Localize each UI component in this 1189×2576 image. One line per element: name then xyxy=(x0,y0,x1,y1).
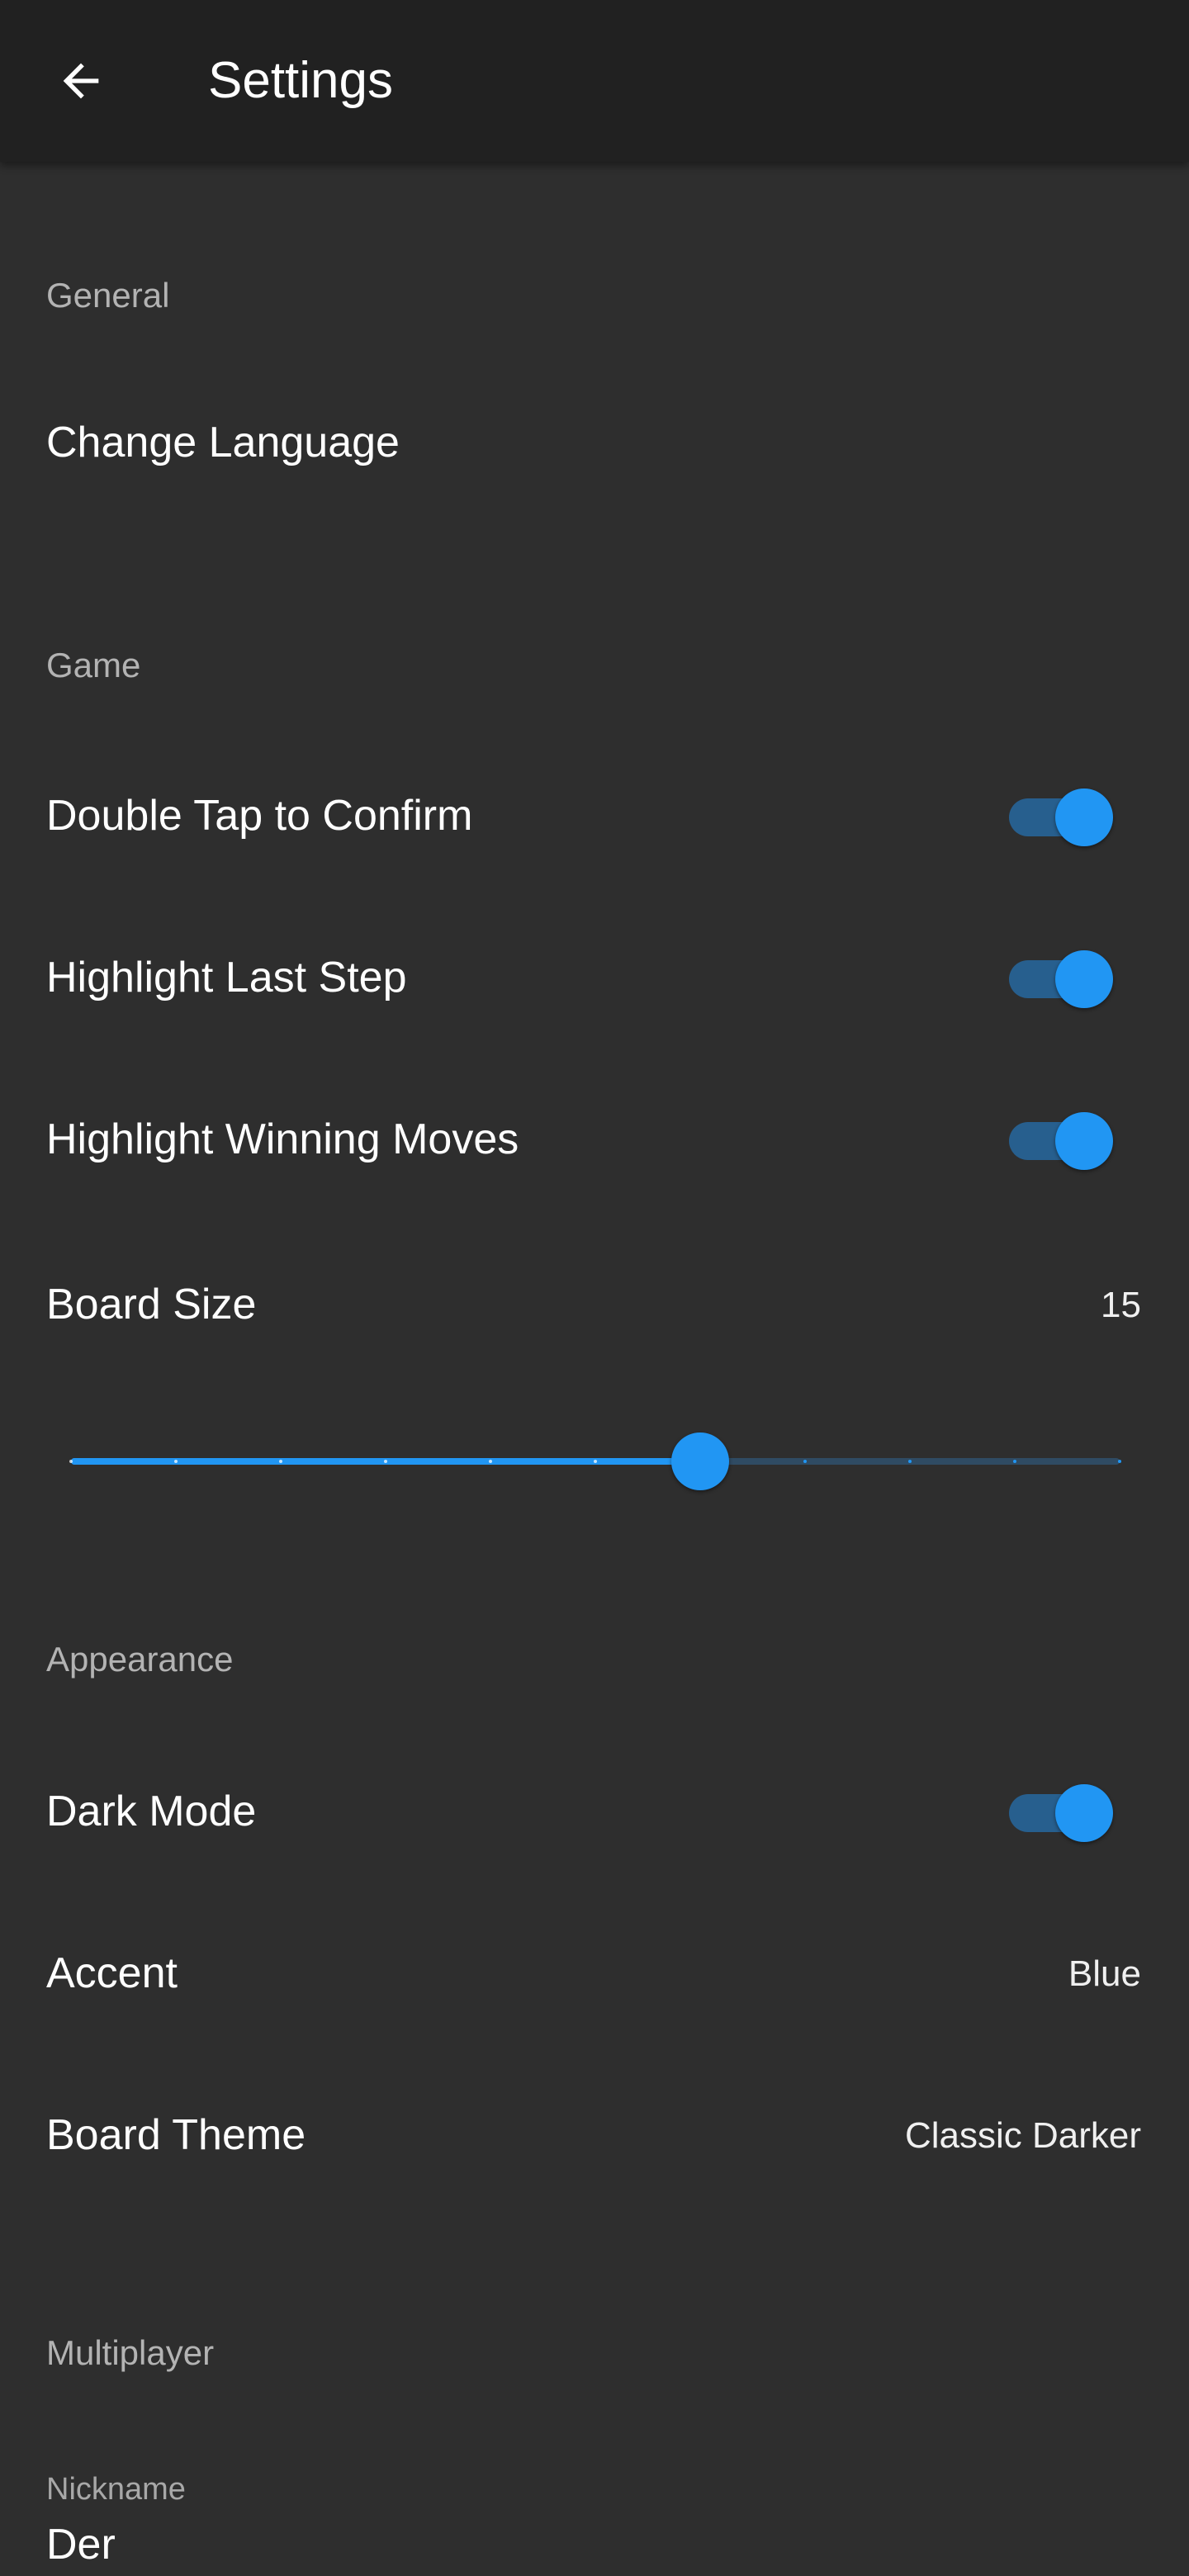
nickname-field[interactable]: Nickname Der xyxy=(0,2449,1189,2576)
accent-label: Accent xyxy=(46,1949,178,1997)
board-size-label: Board Size xyxy=(46,1281,257,1328)
board-size-value: 15 xyxy=(1101,1285,1141,1325)
change-language-item[interactable]: Change Language xyxy=(0,358,1189,520)
dark-mode-label: Dark Mode xyxy=(46,1788,257,1835)
dark-mode-toggle[interactable] xyxy=(1009,1784,1116,1842)
slider-tick xyxy=(384,1460,387,1463)
app-bar: Settings xyxy=(0,0,1189,162)
toggle-thumb xyxy=(1055,1112,1113,1170)
nickname-value[interactable]: Der xyxy=(46,2520,116,2569)
slider-tick xyxy=(594,1460,597,1463)
slider-tick xyxy=(69,1460,73,1463)
highlight-winning-moves-row[interactable]: Highlight Winning Moves xyxy=(0,1060,1189,1222)
slider-tick xyxy=(803,1460,807,1463)
back-button[interactable] xyxy=(41,41,121,121)
slider-tick xyxy=(1013,1460,1016,1463)
slider-thumb[interactable] xyxy=(671,1432,729,1490)
double-tap-label: Double Tap to Confirm xyxy=(46,792,473,840)
board-theme-value: Classic Darker xyxy=(904,2115,1141,2156)
highlight-winning-moves-label: Highlight Winning Moves xyxy=(46,1115,519,1163)
settings-list: General Change Language Game Double Tap … xyxy=(0,162,1189,2576)
slider-tick xyxy=(908,1460,912,1463)
double-tap-row[interactable]: Double Tap to Confirm xyxy=(0,736,1189,898)
toggle-thumb xyxy=(1055,950,1113,1008)
dark-mode-row[interactable]: Dark Mode xyxy=(0,1726,1189,1887)
slider-tick xyxy=(489,1460,492,1463)
accent-value: Blue xyxy=(1068,1953,1141,1994)
board-theme-row[interactable]: Board Theme Classic Darker xyxy=(0,2049,1189,2211)
page-title: Settings xyxy=(208,52,394,109)
highlight-last-step-toggle[interactable] xyxy=(1009,950,1116,1008)
slider-tick xyxy=(279,1460,282,1463)
highlight-last-step-label: Highlight Last Step xyxy=(46,954,407,1002)
section-header-multiplayer: Multiplayer xyxy=(46,2333,215,2372)
double-tap-toggle[interactable] xyxy=(1009,788,1116,846)
section-header-general: General xyxy=(46,276,170,315)
accent-row[interactable]: Accent Blue xyxy=(0,1887,1189,2049)
section-header-game: Game xyxy=(46,646,141,684)
highlight-winning-moves-toggle[interactable] xyxy=(1009,1112,1116,1170)
slider-tick xyxy=(174,1460,178,1463)
highlight-last-step-row[interactable]: Highlight Last Step xyxy=(0,898,1189,1060)
toggle-thumb xyxy=(1055,788,1113,846)
board-theme-label: Board Theme xyxy=(46,2111,306,2159)
change-language-label: Change Language xyxy=(46,419,400,466)
slider-tick xyxy=(1118,1460,1121,1463)
section-header-appearance: Appearance xyxy=(46,1640,234,1679)
nickname-label: Nickname xyxy=(46,2472,186,2507)
toggle-thumb xyxy=(1055,1784,1113,1842)
board-size-slider[interactable] xyxy=(69,1428,1121,1494)
arrow-left-icon xyxy=(63,63,99,99)
